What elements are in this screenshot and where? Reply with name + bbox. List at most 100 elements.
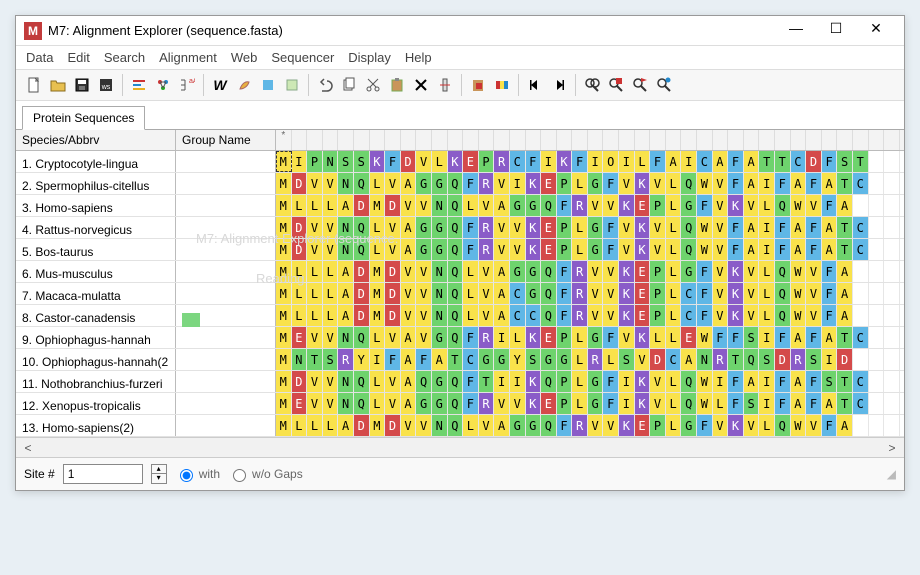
residue-cell[interactable]: R [572, 283, 588, 304]
residue-cell[interactable]: D [292, 217, 308, 238]
residue-cell[interactable]: N [338, 371, 354, 392]
residue-cell[interactable]: F [806, 393, 822, 414]
residue-cell[interactable]: V [744, 305, 760, 326]
residue-cell[interactable] [869, 371, 885, 392]
residue-cell[interactable]: M [276, 393, 292, 414]
residue-cell[interactable]: F [806, 173, 822, 194]
residue-cell[interactable]: Q [354, 371, 370, 392]
table-row[interactable]: 1. Cryptocotyle-linguaMIPNSSKFDVLKEPRCFI… [16, 151, 904, 173]
residue-cell[interactable]: N [432, 305, 448, 326]
residue-cell[interactable]: F [557, 261, 573, 282]
residue-cell[interactable]: V [323, 173, 339, 194]
residue-cell[interactable] [884, 305, 900, 326]
residue-cell[interactable]: O [603, 151, 619, 172]
residue-cell[interactable]: Q [354, 239, 370, 260]
table-row[interactable]: 6. Mus-musculusMLLLADMDVVNQLVAGGQFRVVKEP… [16, 261, 904, 283]
residue-cell[interactable]: V [401, 261, 417, 282]
residue-cell[interactable]: V [744, 283, 760, 304]
residue-cell[interactable]: V [307, 393, 323, 414]
residue-cell[interactable]: C [510, 151, 526, 172]
residue-cell[interactable] [869, 239, 885, 260]
residue-cell[interactable]: F [806, 327, 822, 348]
residue-cell[interactable]: N [338, 239, 354, 260]
table-row[interactable]: 13. Homo-sapiens(2)MLLLADMDVVNQLVAGGQFRV… [16, 415, 904, 437]
residue-cell[interactable]: N [338, 393, 354, 414]
residue-cell[interactable]: G [588, 173, 604, 194]
residue-cell[interactable]: K [526, 327, 542, 348]
ruler-cell[interactable] [354, 130, 370, 150]
residue-cell[interactable]: F [822, 261, 838, 282]
residue-cell[interactable]: C [510, 305, 526, 326]
residue-cell[interactable]: V [307, 173, 323, 194]
residue-cell[interactable]: K [728, 261, 744, 282]
residue-cell[interactable]: N [338, 327, 354, 348]
residue-cell[interactable]: L [292, 261, 308, 282]
residue-cell[interactable]: F [775, 393, 791, 414]
residue-cell[interactable]: Q [354, 327, 370, 348]
residue-cell[interactable]: Q [448, 283, 464, 304]
residue-cell[interactable]: Q [416, 371, 432, 392]
residue-cell[interactable] [869, 393, 885, 414]
residue-cell[interactable]: L [370, 371, 386, 392]
residue-cell[interactable]: M [276, 349, 292, 370]
residue-cell[interactable]: R [479, 239, 495, 260]
color-block-icon[interactable] [490, 73, 514, 97]
species-cell[interactable]: 4. Rattus-norvegicus [16, 217, 176, 238]
residue-cell[interactable]: A [338, 195, 354, 216]
ruler-cell[interactable] [494, 130, 510, 150]
residue-cell[interactable]: G [416, 217, 432, 238]
residue-cell[interactable] [884, 151, 900, 172]
residue-cell[interactable]: F [697, 305, 713, 326]
residue-cell[interactable]: F [806, 371, 822, 392]
residue-cell[interactable]: E [463, 151, 479, 172]
menu-search[interactable]: Search [104, 50, 145, 65]
residue-cell[interactable]: F [822, 415, 838, 436]
residue-cell[interactable]: K [619, 415, 635, 436]
residue-cell[interactable]: R [479, 217, 495, 238]
residue-cell[interactable]: K [526, 371, 542, 392]
residue-cell[interactable]: L [323, 305, 339, 326]
residue-cell[interactable]: A [791, 239, 807, 260]
residue-cell[interactable]: C [463, 349, 479, 370]
residue-cell[interactable]: L [666, 305, 682, 326]
residue-cell[interactable]: V [619, 217, 635, 238]
ruler-cell[interactable] [432, 130, 448, 150]
residue-cell[interactable]: V [510, 239, 526, 260]
residue-cell[interactable]: F [822, 195, 838, 216]
residue-cell[interactable]: F [526, 151, 542, 172]
residue-cell[interactable]: L [307, 305, 323, 326]
residue-cell[interactable] [869, 327, 885, 348]
residue-cell[interactable]: R [713, 349, 729, 370]
residue-cell[interactable]: L [307, 283, 323, 304]
residue-cell[interactable]: A [401, 327, 417, 348]
sequence-row[interactable]: MLLLADMDVVNQLVAGGQFRVVKEPLGFVKVLQWVFA [276, 415, 904, 436]
residue-cell[interactable]: F [775, 173, 791, 194]
residue-cell[interactable]: V [479, 261, 495, 282]
residue-cell[interactable]: Q [448, 415, 464, 436]
residue-cell[interactable]: F [603, 327, 619, 348]
residue-cell[interactable]: V [806, 261, 822, 282]
table-row[interactable]: 5. Bos-taurusMDVVNQLVAGGQFRVVKEPLGFVKVLQ… [16, 239, 904, 261]
residue-cell[interactable]: Q [448, 173, 464, 194]
residue-cell[interactable]: L [572, 393, 588, 414]
residue-cell[interactable]: V [401, 283, 417, 304]
residue-cell[interactable]: G [432, 393, 448, 414]
species-cell[interactable]: 11. Nothobranchius-furzeri [16, 371, 176, 392]
ruler-cell[interactable] [385, 130, 401, 150]
residue-cell[interactable]: A [494, 261, 510, 282]
residue-cell[interactable]: T [307, 349, 323, 370]
residue-cell[interactable] [853, 415, 869, 436]
residue-cell[interactable]: Q [541, 415, 557, 436]
residue-cell[interactable]: N [338, 217, 354, 238]
residue-cell[interactable]: F [603, 239, 619, 260]
residue-cell[interactable]: T [837, 217, 853, 238]
residue-cell[interactable]: F [697, 415, 713, 436]
residue-cell[interactable]: G [510, 261, 526, 282]
residue-cell[interactable]: A [401, 173, 417, 194]
residue-cell[interactable]: A [401, 217, 417, 238]
residue-cell[interactable]: L [323, 261, 339, 282]
residue-cell[interactable]: F [557, 195, 573, 216]
residue-cell[interactable]: I [759, 371, 775, 392]
residue-cell[interactable]: T [837, 393, 853, 414]
residue-cell[interactable]: T [837, 327, 853, 348]
